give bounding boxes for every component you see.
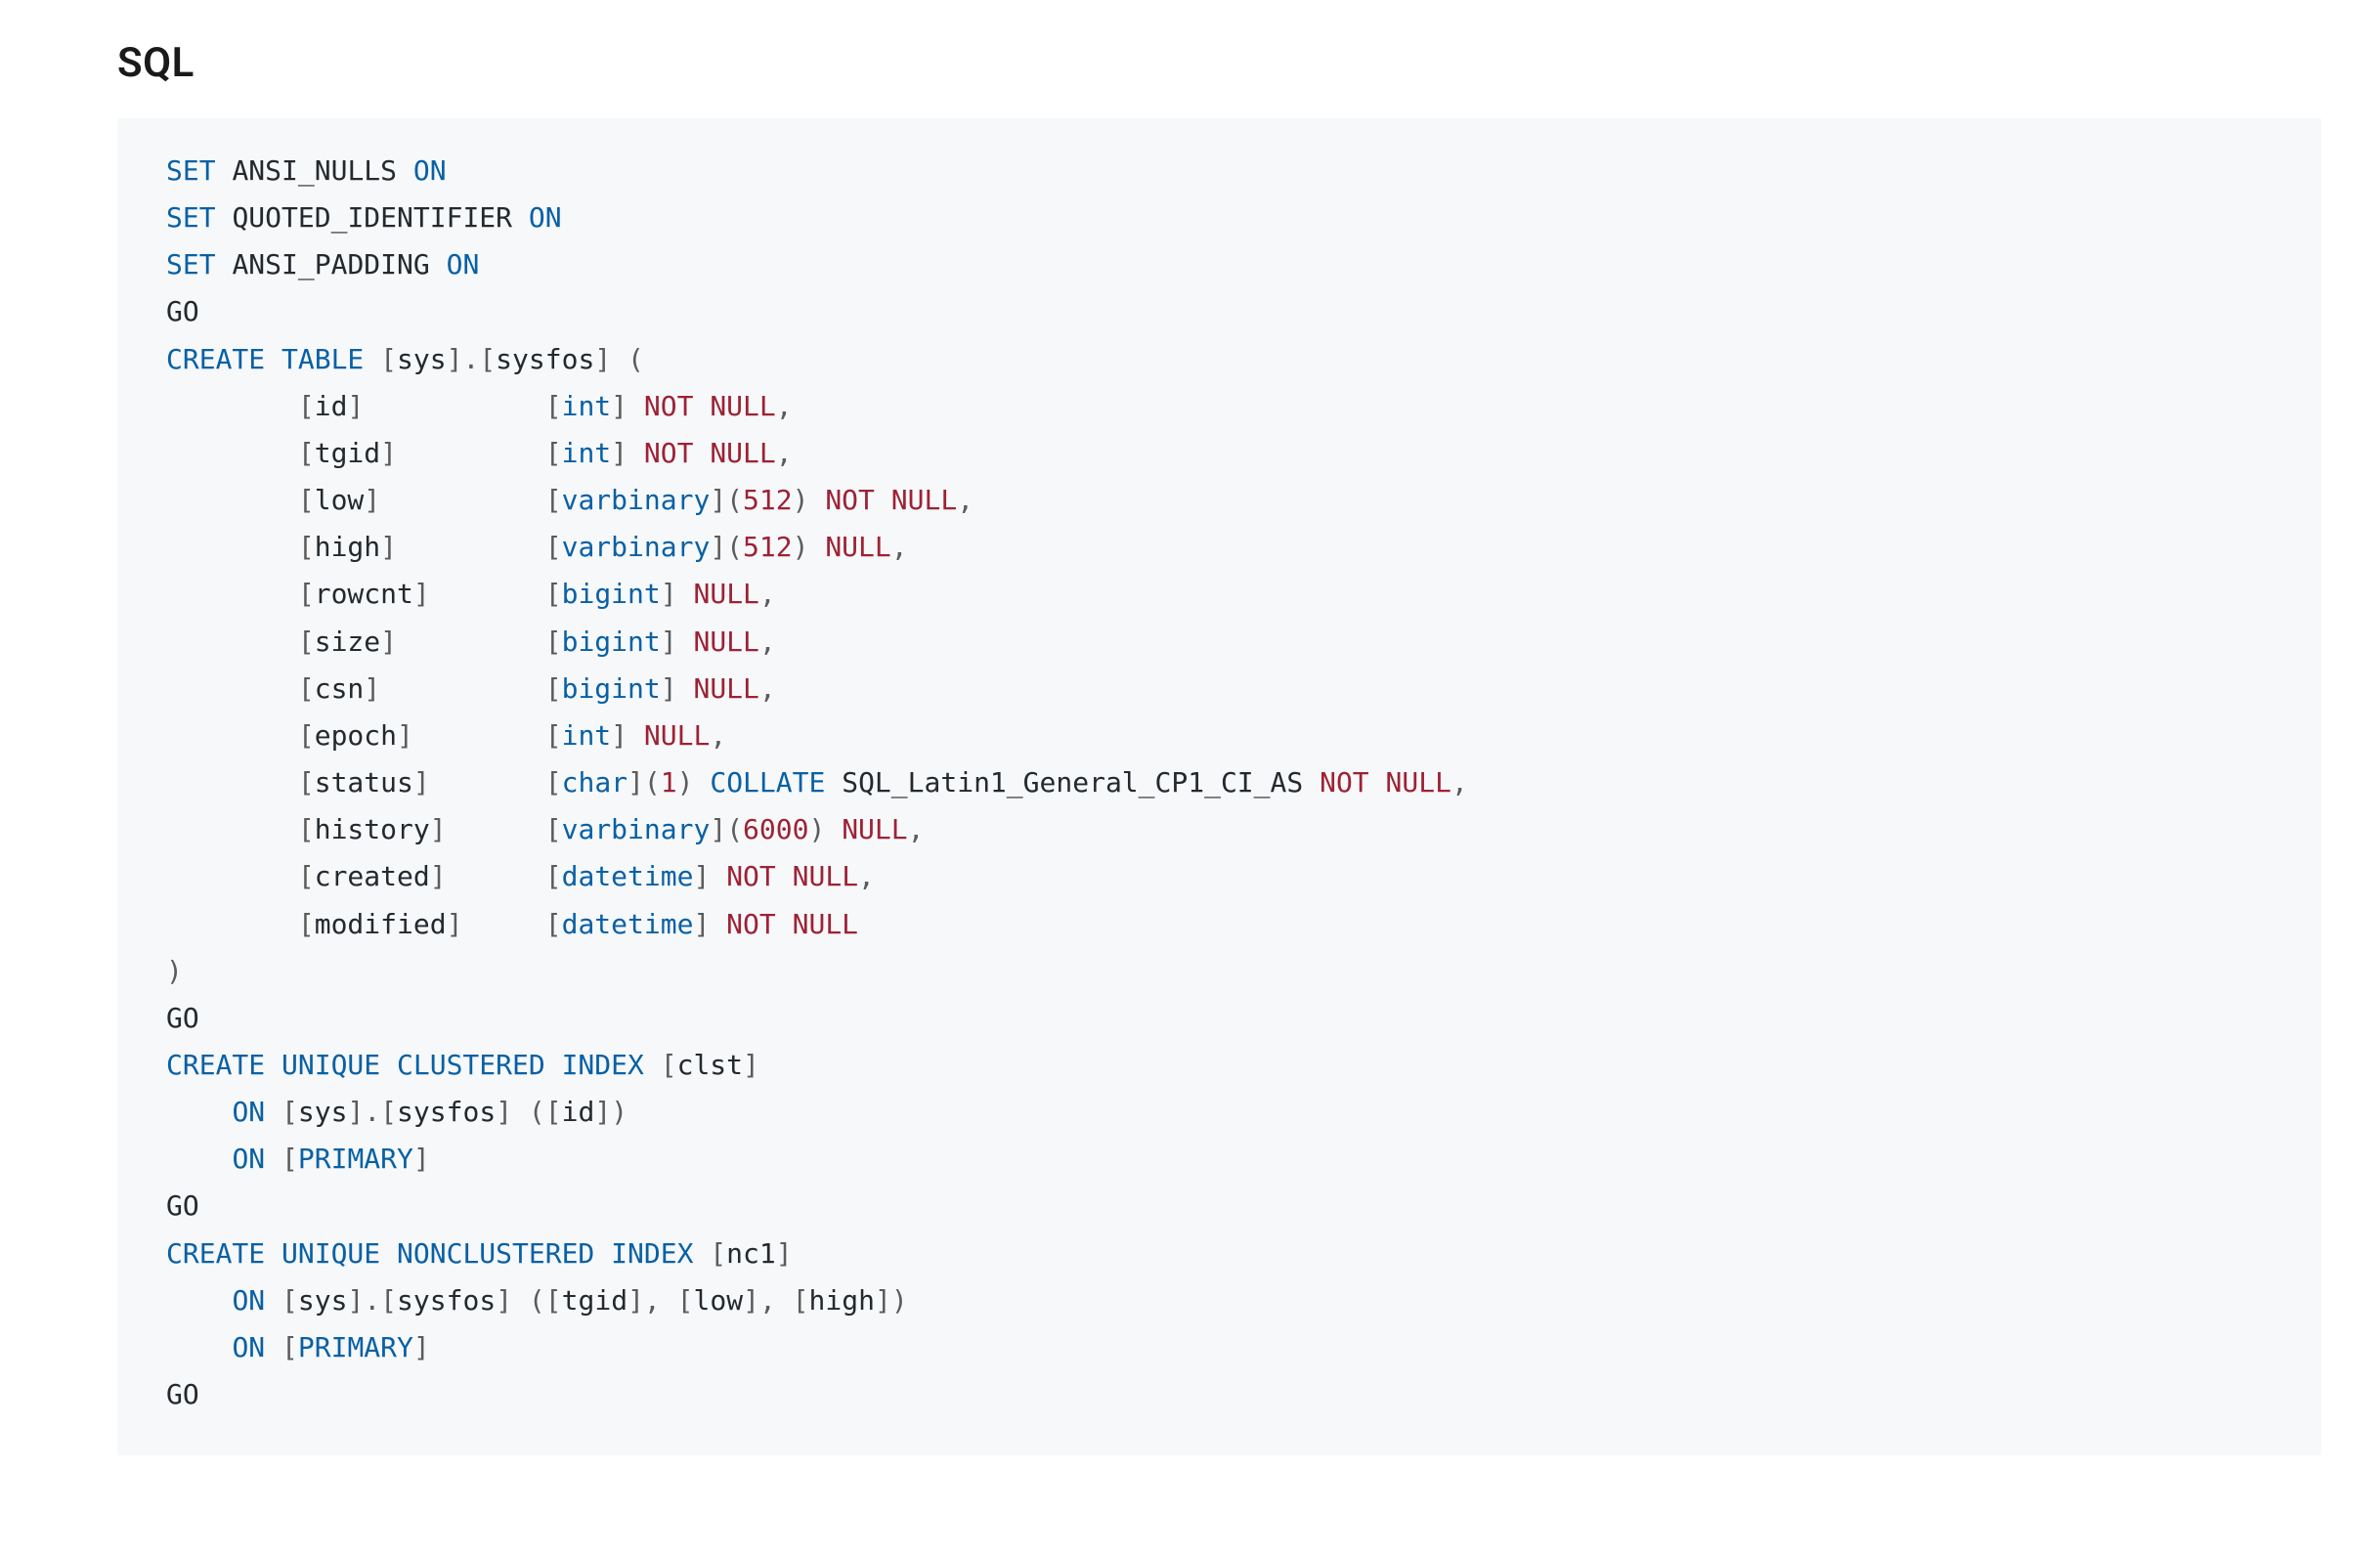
sql-code-block: SET ANSI_NULLS ON SET QUOTED_IDENTIFIER … — [117, 118, 2321, 1455]
sql-code: SET ANSI_NULLS ON SET QUOTED_IDENTIFIER … — [166, 148, 2272, 1418]
page-container: SQL SET ANSI_NULLS ON SET QUOTED_IDENTIF… — [0, 0, 2380, 1533]
section-heading-sql: SQL — [117, 39, 2321, 87]
